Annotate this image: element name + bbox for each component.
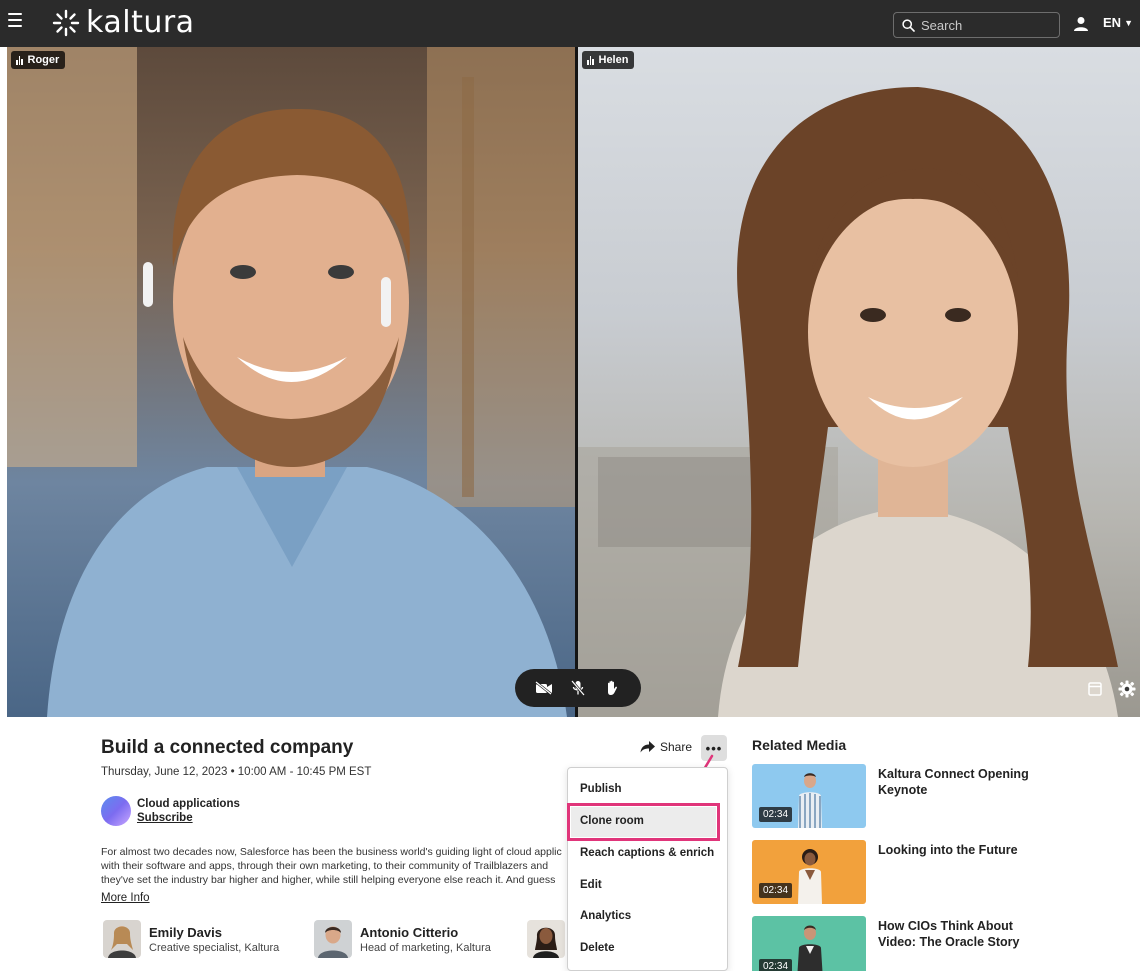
menu-item-analytics[interactable]: Analytics — [568, 910, 727, 922]
related-thumbnail: 02:34 — [752, 764, 866, 828]
annotation-highlight-box — [567, 803, 720, 841]
video-duration: 02:34 — [759, 807, 793, 822]
related-media-item[interactable]: 02:34 How CIOs Think About Video: The Or… — [752, 916, 1132, 971]
description-line: they've set the industry bar higher and … — [101, 874, 556, 886]
language-selector[interactable]: EN ▼ — [1103, 15, 1133, 30]
kaltura-logo[interactable]: kaltura — [52, 7, 195, 39]
participant-tile-helen[interactable]: Helen — [578, 47, 1140, 717]
related-title: Looking into the Future — [878, 843, 1018, 857]
logo-text: kaltura — [86, 5, 195, 40]
audio-level-icon — [587, 55, 595, 65]
participant-name: Roger — [27, 54, 60, 66]
participant-tile-roger[interactable]: Roger — [7, 47, 575, 717]
speaker-card[interactable]: Antonio Citterio Head of marketing, Kalt… — [314, 920, 491, 958]
camera-off-icon[interactable] — [533, 677, 555, 699]
menu-item-publish[interactable]: Publish — [568, 783, 727, 795]
speaker-role: Creative specialist, Kaltura — [149, 941, 280, 954]
participant-video-roger — [7, 47, 575, 717]
video-call-area: Roger Helen — [7, 47, 1140, 717]
mic-off-icon[interactable] — [567, 677, 589, 699]
presenter-figure — [798, 773, 822, 828]
channel-name[interactable]: Cloud applications — [137, 798, 240, 810]
kaltura-logo-icon — [52, 9, 80, 37]
layout-icon[interactable] — [1085, 679, 1105, 699]
settings-icon[interactable] — [1117, 679, 1137, 699]
related-thumbnail: 02:34 — [752, 916, 866, 971]
video-duration: 02:34 — [759, 883, 793, 898]
call-controls-bar — [515, 669, 641, 707]
search-box[interactable] — [893, 12, 1060, 38]
related-thumbnail: 02:34 — [752, 840, 866, 904]
search-icon — [902, 18, 915, 32]
language-label: EN — [1103, 15, 1122, 30]
top-navigation-bar: kaltura EN ▼ — [0, 0, 1140, 47]
media-description: For almost two decades now, Salesforce h… — [101, 845, 569, 887]
related-media-item[interactable]: 02:34 Looking into the Future — [752, 840, 1132, 904]
speaker-photo — [103, 920, 141, 958]
menu-item-delete[interactable]: Delete — [568, 942, 727, 954]
media-date: Thursday, June 12, 2023 • 10:00 AM - 10:… — [101, 766, 372, 778]
speaker-name: Antonio Citterio — [360, 924, 459, 940]
description-line: with their software and apps, through th… — [101, 860, 549, 872]
more-options-menu — [567, 767, 728, 971]
participant-name-tag: Roger — [11, 51, 66, 69]
related-media-item[interactable]: 02:34 Kaltura Connect Opening Keynote — [752, 764, 1132, 828]
menu-item-edit[interactable]: Edit — [568, 879, 727, 891]
speaker-role: Head of marketing, Kaltura — [360, 941, 491, 954]
subscribe-link[interactable]: Subscribe — [137, 812, 240, 824]
speaker-name: Emily Davis — [149, 924, 222, 940]
presenter-figure — [798, 849, 822, 904]
media-title: Build a connected company — [101, 737, 354, 758]
video-duration: 02:34 — [759, 959, 793, 971]
participant-name: Helen — [598, 54, 629, 66]
user-icon[interactable] — [1073, 16, 1089, 32]
speaker-photo — [527, 920, 565, 958]
menu-item-reach-captions[interactable]: Reach captions & enrich — [568, 847, 727, 859]
raise-hand-icon[interactable] — [601, 677, 623, 699]
search-input[interactable] — [921, 17, 1051, 33]
related-title: Kaltura Connect Opening Keynote — [878, 767, 1029, 797]
speaker-card[interactable]: Emily Davis Creative specialist, Kaltura — [103, 920, 279, 958]
chevron-down-icon: ▼ — [1124, 17, 1133, 28]
more-info-link[interactable]: More Info — [101, 892, 150, 904]
speaker-photo — [314, 920, 352, 958]
related-title: How CIOs Think About Video: The Oracle S… — [878, 919, 1020, 949]
presenter-figure — [797, 925, 823, 971]
channel-info: Cloud applications Subscribe — [101, 796, 240, 826]
related-media-heading: Related Media — [752, 737, 847, 753]
share-icon — [640, 741, 655, 753]
hamburger-menu-icon[interactable] — [8, 13, 22, 27]
audio-level-icon — [16, 55, 24, 65]
channel-avatar[interactable] — [101, 796, 131, 826]
description-line: For almost two decades now, Salesforce h… — [101, 846, 562, 858]
participant-name-tag: Helen — [582, 51, 635, 69]
participant-video-helen — [578, 87, 1118, 717]
